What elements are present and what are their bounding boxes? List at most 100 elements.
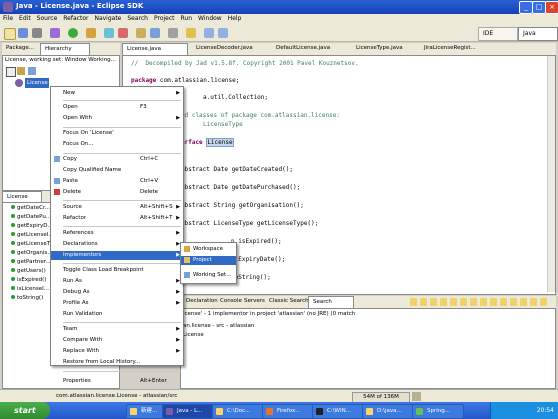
outline-item[interactable]: getUsers() — [11, 268, 46, 274]
context-menu-item-run-as[interactable]: Run As ▶ — [51, 277, 183, 286]
open-type-icon[interactable] — [136, 28, 146, 38]
taskbar-item[interactable]: D:\java... — [362, 404, 414, 419]
search-result-package[interactable]: an.license - src - atlassian — [183, 323, 254, 329]
tab-license-java[interactable]: License.java — [122, 43, 188, 55]
menu-run[interactable]: Run — [178, 14, 196, 22]
context-menu-item-delete[interactable]: Delete Delete — [51, 188, 183, 197]
annotation-icon[interactable] — [186, 28, 196, 38]
context-menu-item-open[interactable]: Open F3 — [51, 103, 183, 112]
maximize-button[interactable]: □ — [532, 1, 546, 14]
back-icon[interactable] — [204, 28, 214, 38]
method-icon — [11, 250, 15, 254]
context-menu-item-debug-as[interactable]: Debug As ▶ — [51, 288, 183, 297]
context-menu-item-declarations[interactable]: Declarations ▶ — [51, 240, 183, 249]
context-menu-item-toggle-class-load-breakpoint[interactable]: Toggle Class Load Breakpoint — [51, 266, 183, 275]
menu-refactor[interactable]: Refactor — [60, 14, 91, 22]
new-icon[interactable] — [4, 28, 16, 40]
context-menu-item-compare-with[interactable]: Compare With ▶ — [51, 336, 183, 345]
save-icon[interactable] — [18, 28, 28, 38]
context-menu-item-new[interactable]: New ▶ — [51, 89, 183, 98]
method-icon — [11, 259, 15, 263]
menu-separator — [63, 371, 181, 372]
subtype-icon[interactable] — [28, 67, 36, 75]
submenu-arrow-icon: ▶ — [176, 230, 180, 236]
outline-item[interactable]: getDateCr... — [11, 205, 50, 211]
search-result-type[interactable]: License — [183, 332, 204, 338]
context-menu-item-replace-with[interactable]: Replace With ▶ — [51, 347, 183, 356]
context-menu-item-paste[interactable]: Paste Ctrl+V — [51, 177, 183, 186]
context-menu-item-open-with[interactable]: Open With ▶ — [51, 114, 183, 123]
tab-licensedecoder-java[interactable]: LicenseDecoder.java — [192, 43, 270, 54]
context-menu-item-refactor[interactable]: Refactor Alt+Shift+T ▶ — [51, 214, 183, 223]
minimize-button[interactable]: _ — [519, 1, 533, 14]
outline-item[interactable]: getLicenseT... — [11, 241, 55, 247]
hierarchy-node-license[interactable]: License — [25, 78, 49, 88]
tab-declaration[interactable]: Declaration — [182, 296, 220, 307]
context-menu-item-run-validation[interactable]: Run Validation — [51, 310, 183, 319]
taskbar-item[interactable]: Firefox... — [262, 404, 314, 419]
method-icon — [11, 214, 15, 218]
search-toolbar-icons[interactable] — [410, 298, 550, 306]
menu-file[interactable]: File — [0, 14, 16, 22]
new-class-icon[interactable] — [118, 28, 128, 38]
menu-project[interactable]: Project — [151, 14, 178, 22]
outline-item[interactable]: getExpiryD... — [11, 223, 53, 229]
print-icon[interactable] — [32, 28, 42, 38]
tab-search[interactable]: Search — [308, 296, 354, 308]
outline-item[interactable]: isExpired() — [11, 277, 46, 283]
external-tools-icon[interactable] — [86, 28, 96, 38]
close-button[interactable]: × — [545, 1, 558, 14]
start-button[interactable]: start — [0, 402, 50, 419]
outline-item[interactable]: toString() — [11, 295, 43, 301]
type-hierarchy-icon[interactable] — [6, 67, 16, 77]
taskbar-item[interactable]: Spring... — [412, 404, 464, 419]
context-menu-item-references[interactable]: References ▶ — [51, 229, 183, 238]
outline-item[interactable]: getPartner... — [11, 259, 51, 265]
taskbar-item[interactable]: Java - L... — [162, 404, 214, 419]
method-icon — [11, 295, 15, 299]
debug-icon[interactable] — [50, 28, 60, 38]
outline-item[interactable]: getLicenseI... — [11, 232, 54, 238]
tab-licensetype-java[interactable]: LicenseType.java — [352, 43, 422, 54]
forward-icon[interactable] — [218, 28, 228, 38]
perspective-java[interactable]: Java — [518, 27, 558, 41]
context-menu-item-copy[interactable]: Copy Ctrl+C — [51, 155, 183, 164]
context-menu-item-focus-on[interactable]: Focus On... — [51, 140, 183, 149]
supertype-icon[interactable] — [17, 67, 25, 75]
outline-item[interactable]: getOrganis... — [11, 250, 53, 256]
outline-item[interactable]: getDatePu... — [11, 214, 51, 220]
context-menu-item-focus-on-license[interactable]: Focus On 'License' — [51, 129, 183, 138]
tab-classic-search[interactable]: Classic Search — [265, 296, 313, 307]
context-menu-item-restore-from-local-history[interactable]: Restore from Local History... — [51, 358, 183, 367]
taskbar-item[interactable]: C:\WIN... — [312, 404, 364, 419]
new-java-project-icon[interactable] — [104, 28, 114, 38]
context-menu-item-team[interactable]: Team ▶ — [51, 325, 183, 334]
menu-source[interactable]: Source — [34, 14, 61, 22]
tab-hierarchy[interactable]: Hierarchy — [40, 43, 90, 55]
run-icon[interactable] — [68, 28, 78, 38]
outline-item[interactable]: isLicenseI... — [11, 286, 49, 292]
tab-jiralicenseregist[interactable]: JiraLicenseRegist... — [420, 43, 498, 54]
context-menu-item-copy-qualified-name[interactable]: Copy Qualified Name — [51, 166, 183, 175]
context-menu-item-properties[interactable]: Properties Alt+Enter — [51, 377, 183, 386]
context-menu-item-profile-as[interactable]: Profile As ▶ — [51, 299, 183, 308]
context-menu-item-implementors[interactable]: Implementors ▶ — [51, 251, 183, 260]
toggle-mark-icon[interactable] — [168, 28, 178, 38]
perspective-ide[interactable]: IDE — [478, 27, 518, 41]
project-icon — [184, 257, 190, 263]
garbage-collect-icon[interactable] — [412, 392, 421, 401]
menu-window[interactable]: Window — [195, 14, 225, 22]
submenu-item-project[interactable]: Project — [181, 256, 236, 265]
tab-package-explorer[interactable]: Package... — [2, 43, 42, 54]
submenu-item-working-set[interactable]: Working Set... — [181, 271, 236, 280]
tab-defaultlicense-java[interactable]: DefaultLicense.java — [272, 43, 350, 54]
menu-search[interactable]: Search — [124, 14, 151, 22]
menu-edit[interactable]: Edit — [16, 14, 34, 22]
search-icon[interactable] — [150, 28, 160, 38]
context-menu-item-source[interactable]: Source Alt+Shift+S ▶ — [51, 203, 183, 212]
editor-overview-ruler[interactable] — [547, 56, 555, 292]
submenu-item-workspace[interactable]: Workspace — [181, 245, 236, 254]
menu-navigate[interactable]: Navigate — [91, 14, 124, 22]
menu-help[interactable]: Help — [225, 14, 245, 22]
taskbar-item[interactable]: C:\Doc... — [212, 404, 264, 419]
